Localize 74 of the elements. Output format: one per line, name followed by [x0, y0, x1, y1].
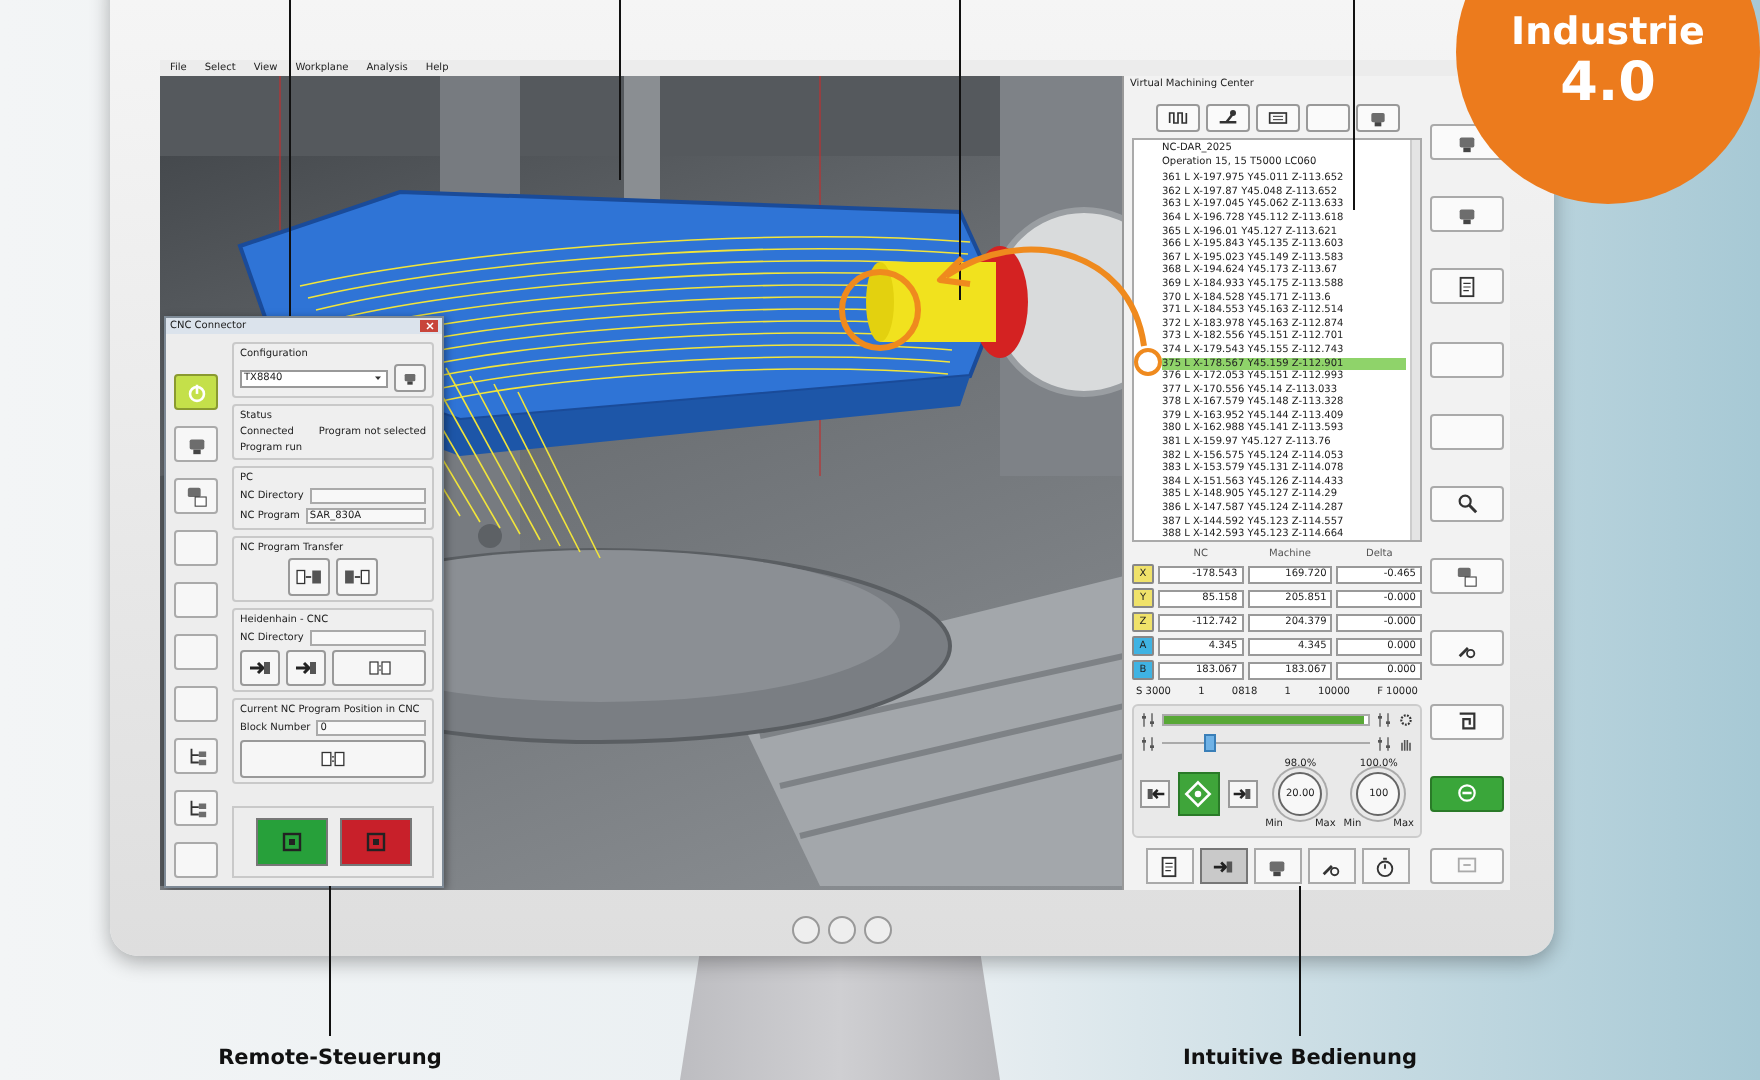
config-button[interactable]	[394, 364, 426, 392]
arrow-right-icon	[294, 656, 318, 680]
badge-title: Industrie	[1511, 10, 1705, 54]
diamond-icon	[1184, 780, 1213, 808]
side-button[interactable]	[174, 374, 218, 410]
sync-button[interactable]	[332, 650, 426, 686]
tab[interactable]	[1307, 848, 1355, 884]
load-button[interactable]	[286, 650, 326, 686]
sliders-icon	[1140, 735, 1156, 751]
tool-button[interactable]	[1430, 703, 1504, 739]
position-button[interactable]	[240, 740, 426, 778]
send-button[interactable]	[240, 650, 280, 686]
sliders-icon	[1376, 712, 1392, 728]
tab[interactable]	[1205, 104, 1249, 132]
loop-icon	[1456, 710, 1478, 732]
slider-thumb[interactable]	[1203, 734, 1216, 752]
tab[interactable]	[1155, 104, 1199, 132]
tool-button[interactable]	[1430, 630, 1504, 667]
document-icon	[1158, 855, 1180, 877]
machine-document-icon	[1456, 565, 1478, 588]
callout-label: Intuitive Bedienung	[1182, 1046, 1418, 1070]
arrow-right-icon	[1232, 784, 1253, 804]
search-icon	[1456, 492, 1478, 515]
cycle-start-button[interactable]	[1178, 772, 1220, 816]
minus-circle-icon	[1456, 782, 1478, 805]
callout-label: Remote-Steuerung	[218, 1046, 442, 1070]
side-button[interactable]	[174, 790, 218, 826]
tab[interactable]	[1361, 848, 1409, 884]
side-button[interactable]	[174, 738, 218, 774]
transfer-icon	[296, 564, 322, 590]
document-icon	[1456, 275, 1478, 298]
tree-icon	[185, 745, 207, 767]
machine-document-icon	[185, 485, 207, 507]
stopwatch-icon	[1374, 855, 1396, 877]
caret-icon	[372, 372, 384, 384]
tab[interactable]	[1199, 848, 1247, 884]
stop-button[interactable]	[339, 818, 411, 866]
sync-icon	[320, 746, 346, 772]
tree-icon	[185, 797, 207, 819]
directory-field[interactable]	[309, 488, 426, 504]
arrow-right-icon	[248, 656, 272, 680]
sync-icon	[367, 656, 391, 680]
badge-version: 4.0	[1560, 54, 1656, 114]
square-wave-icon	[1167, 108, 1187, 128]
machine-icon	[1367, 108, 1387, 128]
square-icon	[279, 830, 303, 854]
network-icon	[1217, 108, 1237, 128]
scrollbar[interactable]	[1410, 140, 1420, 540]
machine-icon	[402, 370, 418, 386]
transfer-icon	[344, 564, 370, 590]
close-button[interactable]	[420, 320, 438, 332]
square-icon	[363, 830, 387, 854]
side-button[interactable]	[174, 426, 218, 462]
start-button[interactable]	[255, 818, 327, 866]
tool-button[interactable]	[1430, 775, 1504, 812]
step-back-button[interactable]	[1140, 780, 1170, 808]
gear-icon	[1398, 712, 1414, 728]
close-icon	[423, 320, 435, 332]
frame-icon	[1456, 854, 1478, 877]
tab[interactable]	[1255, 104, 1299, 132]
sliders-icon	[1376, 735, 1392, 751]
display-icon	[1267, 108, 1287, 128]
directory-field[interactable]	[309, 630, 426, 646]
tool-button[interactable]	[1430, 268, 1504, 305]
download-button[interactable]	[336, 558, 378, 596]
tab[interactable]	[1145, 848, 1193, 884]
side-button[interactable]	[174, 478, 218, 514]
upload-button[interactable]	[288, 558, 330, 596]
tool-button[interactable]	[1430, 485, 1504, 522]
sliders-icon	[1140, 712, 1156, 728]
feed-track[interactable]	[1162, 714, 1370, 726]
step-forward-button[interactable]	[1227, 780, 1258, 808]
arrow-left-icon	[1145, 784, 1165, 804]
power-icon	[185, 381, 207, 403]
